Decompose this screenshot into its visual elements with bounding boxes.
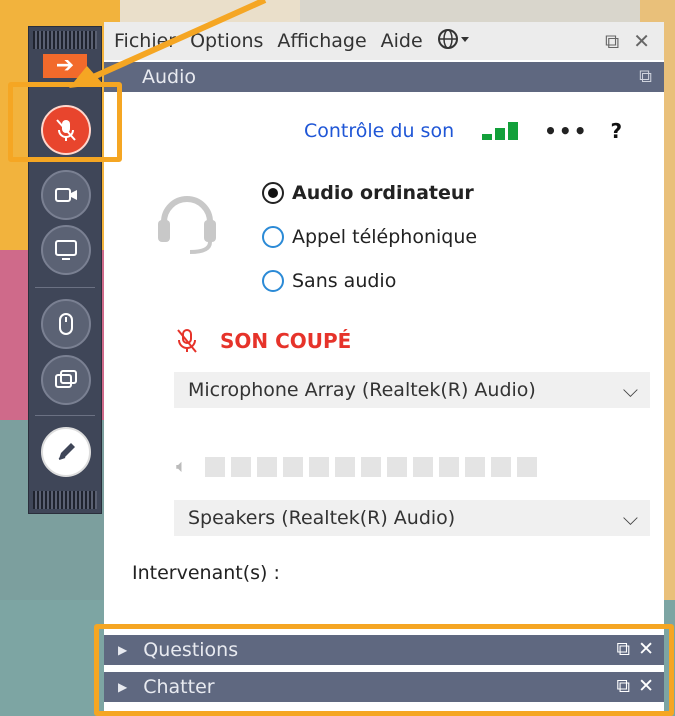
mouse-control-button[interactable]	[41, 299, 91, 349]
restore-icon[interactable]: ⧉	[605, 29, 619, 53]
speaker-select-value: Speakers (Realtek(R) Audio)	[188, 507, 456, 529]
highlight-frame-panels	[94, 624, 674, 716]
popout-icon[interactable]: ⧉	[639, 66, 652, 87]
sound-control-row: Contrôle du son ••• ?	[304, 119, 664, 143]
pencil-icon	[58, 443, 75, 460]
microphone-select[interactable]: Microphone Array (Realtek(R) Audio) ⌵	[174, 372, 650, 408]
mute-status-label: SON COUPÉ	[220, 329, 352, 353]
windows-icon	[55, 370, 77, 388]
radio-phone-call[interactable]: Appel téléphonique	[262, 226, 477, 248]
radio-label: Appel téléphonique	[292, 226, 478, 248]
speaker-icon: 🔈︎	[176, 456, 187, 477]
headset-icon	[158, 196, 216, 254]
webcam-button[interactable]	[41, 170, 91, 220]
radio-label: Audio ordinateur	[292, 182, 474, 204]
radio-no-audio[interactable]: Sans audio	[262, 270, 396, 292]
more-options-button[interactable]: •••	[544, 119, 588, 143]
draw-button[interactable]	[41, 427, 91, 477]
radio-button-selected[interactable]	[262, 182, 284, 204]
globe-icon[interactable]	[433, 28, 475, 55]
mic-muted-icon	[177, 329, 197, 353]
toolbar-divider	[35, 415, 95, 416]
sound-control-link[interactable]: Contrôle du son	[304, 120, 454, 142]
chevron-down-icon: ⌵	[622, 378, 638, 402]
menu-help[interactable]: Aide	[377, 30, 427, 52]
mute-status: SON COUPÉ	[176, 328, 351, 354]
close-icon[interactable]: ✕	[633, 29, 650, 53]
radio-label: Sans audio	[292, 270, 397, 292]
screen-share-button[interactable]	[41, 225, 91, 275]
camera-icon	[55, 188, 77, 202]
speaker-select[interactable]: Speakers (Realtek(R) Audio) ⌵	[174, 500, 650, 536]
microphone-select-value: Microphone Array (Realtek(R) Audio)	[188, 379, 536, 401]
share-window-button[interactable]	[41, 355, 91, 405]
toolbar-divider	[35, 287, 95, 288]
pointer-arrow	[69, 0, 267, 88]
chevron-down-icon: ⌵	[622, 506, 638, 530]
speakers-label: Intervenant(s) :	[132, 562, 280, 584]
help-button[interactable]: ?	[610, 119, 622, 143]
radio-button[interactable]	[262, 270, 284, 292]
level-segments	[204, 456, 537, 477]
monitor-icon	[55, 240, 77, 260]
mouse-icon	[59, 313, 73, 335]
toolbar-grip[interactable]	[33, 491, 97, 509]
radio-button[interactable]	[262, 226, 284, 248]
signal-strength-icon	[482, 122, 519, 140]
speaker-level-meter: 🔈︎	[176, 456, 537, 477]
radio-computer-audio[interactable]: Audio ordinateur	[262, 182, 474, 204]
control-panel: Fichier Options Affichage Aide ⧉ ✕ Audio…	[104, 22, 664, 716]
